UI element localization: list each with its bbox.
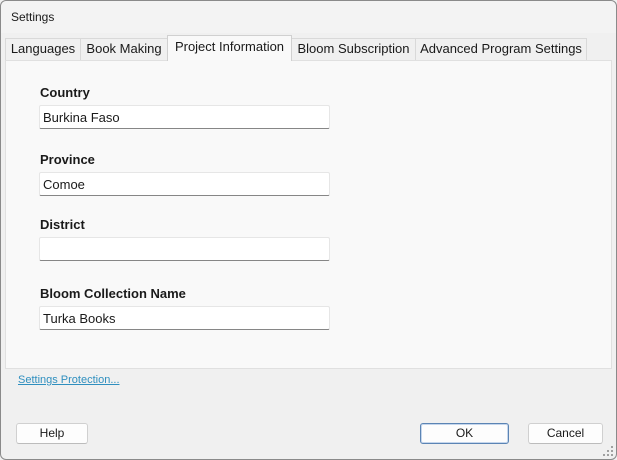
district-field[interactable] — [39, 237, 330, 261]
province-field[interactable] — [39, 172, 330, 196]
tab-book-making[interactable]: Book Making — [80, 38, 168, 60]
province-label: Province — [40, 152, 95, 167]
project-information-panel: Country Province District Bloom Collecti… — [5, 60, 612, 369]
settings-protection-link[interactable]: Settings Protection... — [18, 374, 120, 386]
tab-project-information[interactable]: Project Information — [167, 35, 292, 61]
cancel-button[interactable]: Cancel — [528, 423, 603, 444]
tab-advanced-program-settings[interactable]: Advanced Program Settings — [415, 38, 587, 60]
tab-bloom-subscription[interactable]: Bloom Subscription — [291, 38, 416, 60]
title-bar[interactable]: Settings — [1, 1, 616, 33]
settings-dialog: Settings Languages Book Making Project I… — [0, 0, 617, 460]
help-button[interactable]: Help — [16, 423, 88, 444]
collection-name-field[interactable] — [39, 306, 330, 330]
district-label: District — [40, 217, 85, 232]
ok-button[interactable]: OK — [420, 423, 509, 444]
country-field[interactable] — [39, 105, 330, 129]
window-title: Settings — [11, 10, 55, 24]
collection-name-label: Bloom Collection Name — [40, 286, 186, 301]
country-label: Country — [40, 85, 90, 100]
resize-grip-icon[interactable] — [603, 446, 613, 456]
tab-languages[interactable]: Languages — [5, 38, 81, 60]
